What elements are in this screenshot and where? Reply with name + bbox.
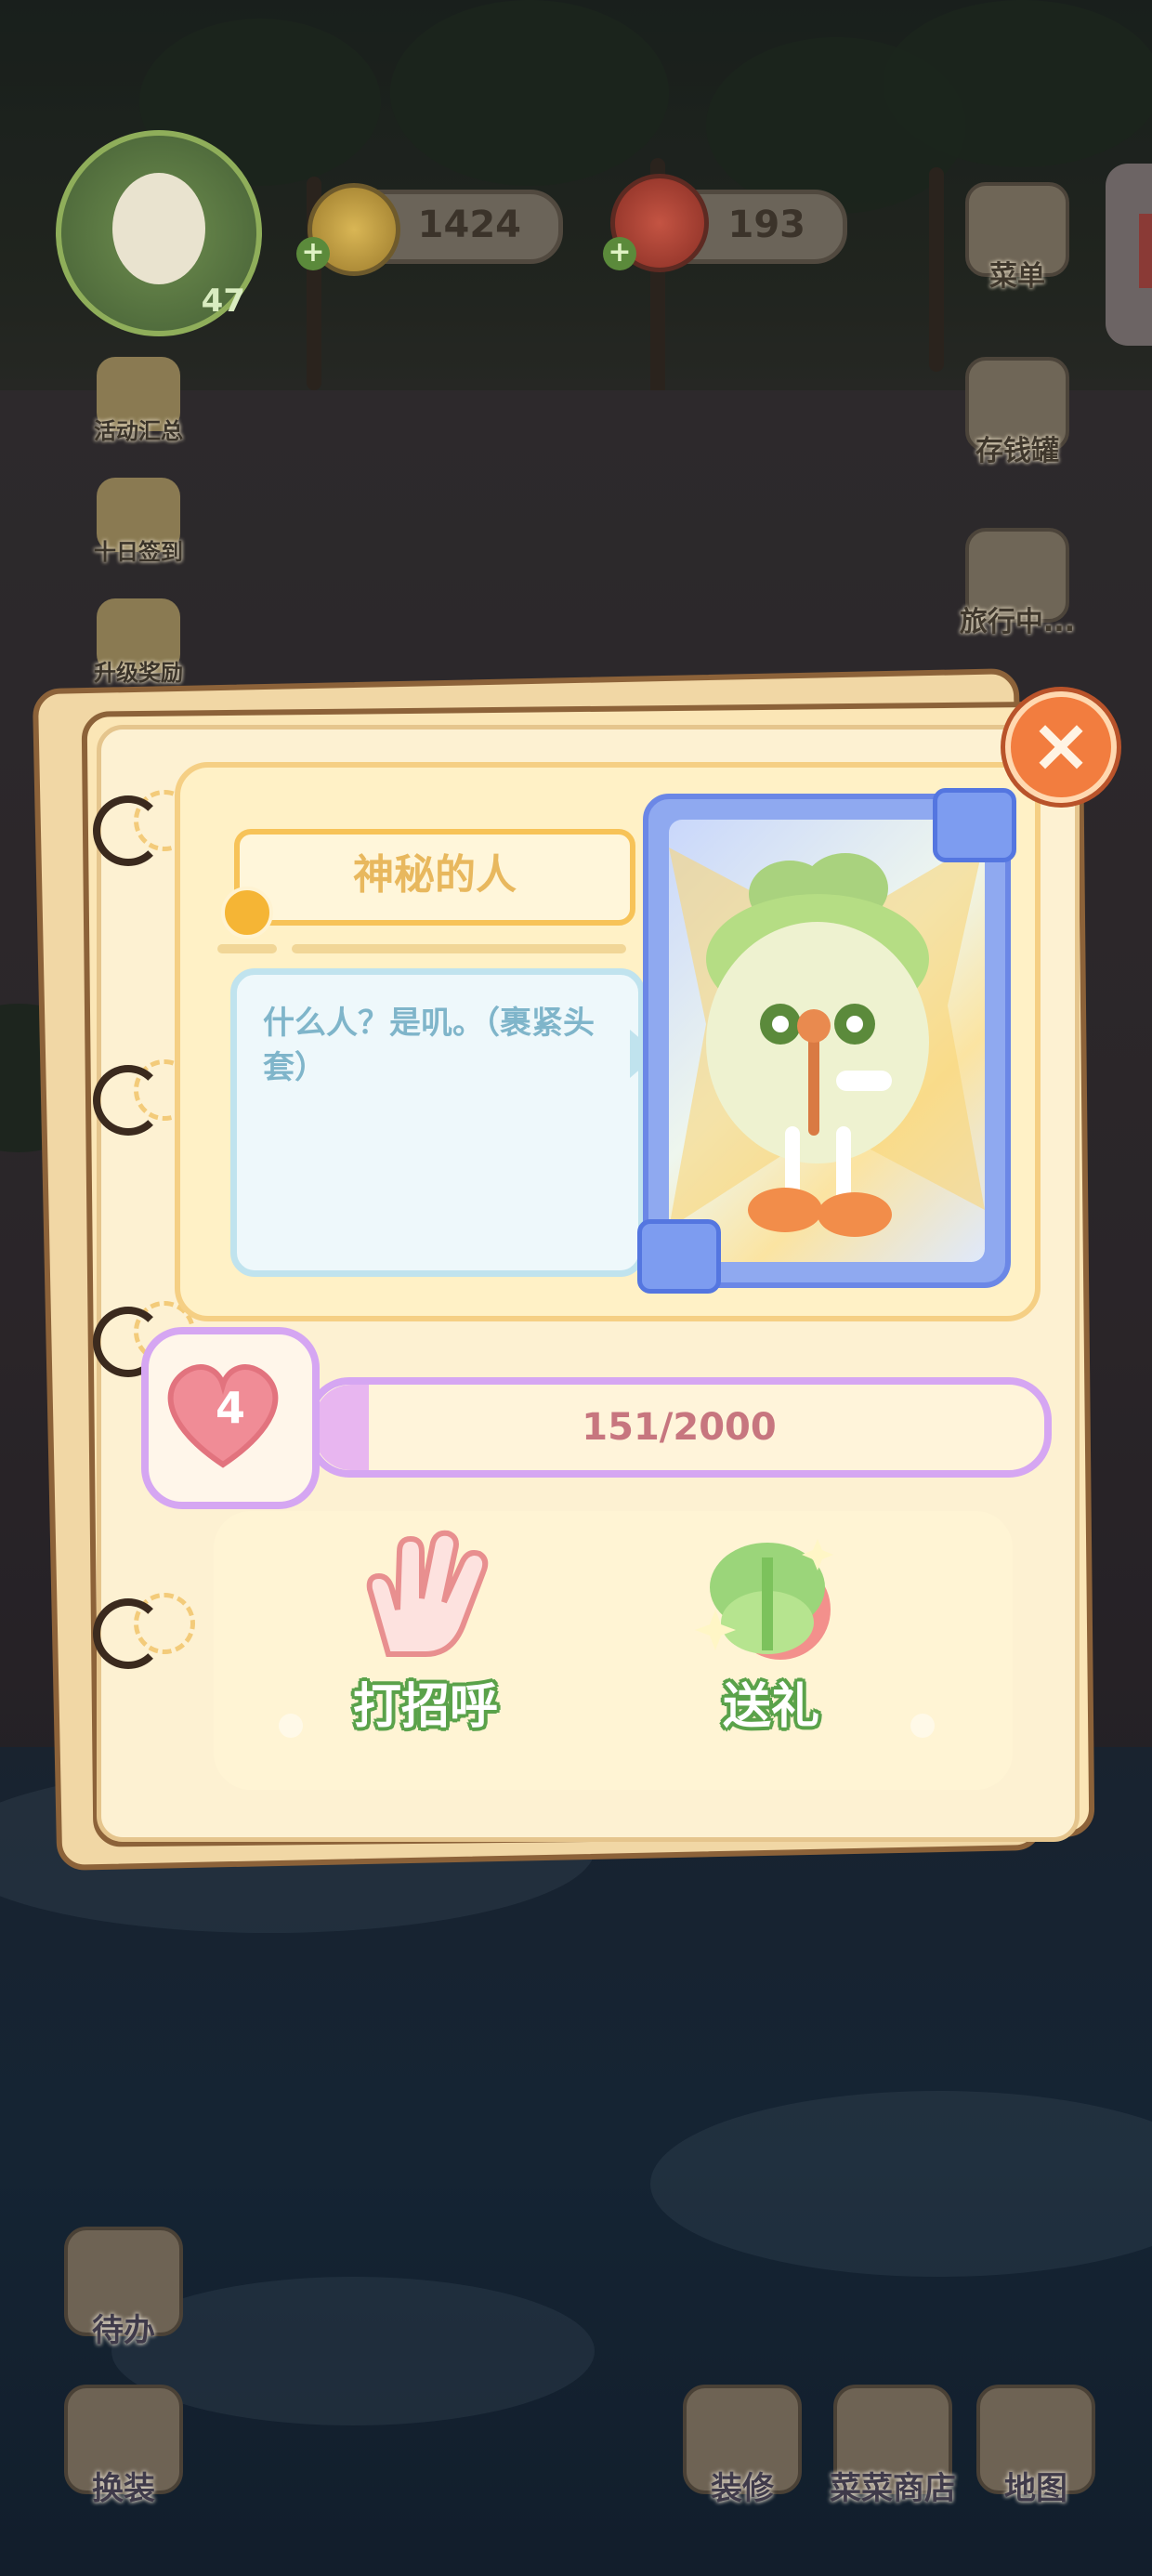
gift-label: 送礼: [722, 1679, 819, 1735]
greet-button[interactable]: 打招呼: [323, 1524, 528, 1737]
speech-bubble: 什么人？是叽。（裹紧头套）: [230, 968, 645, 1277]
divider: [292, 944, 626, 953]
binder-ring-icon: [93, 1598, 164, 1669]
card-corner-icon: [637, 1219, 721, 1294]
add-food-icon[interactable]: +: [603, 237, 636, 270]
piggy-bank-button[interactable]: 存钱罐: [957, 357, 1078, 468]
gift-icon: [695, 1539, 833, 1660]
ten-day-checkin-button[interactable]: 十日签到: [78, 478, 199, 566]
food-counter[interactable]: + 193: [603, 174, 847, 272]
divider: [217, 944, 277, 953]
level-reward-label: 升级奖励: [94, 660, 183, 686]
affection-level: 4: [215, 1383, 245, 1433]
decorate-label: 装修: [711, 2470, 774, 2507]
decor-dot: [910, 1714, 935, 1738]
map-button[interactable]: 地图: [966, 2385, 1106, 2508]
traveling-button[interactable]: 旅行中...: [957, 528, 1078, 639]
menu-button[interactable]: 菜单: [957, 182, 1078, 294]
ten-day-checkin-label: 十日签到: [94, 539, 183, 565]
events-summary-label: 活动汇总: [94, 418, 183, 444]
affection-progress-text: 151/2000: [582, 1406, 777, 1449]
traveling-label: 旅行中...: [959, 606, 1076, 638]
close-icon: ×: [1029, 702, 1093, 788]
card-corner-icon: [933, 788, 1016, 862]
add-coins-icon[interactable]: +: [296, 237, 330, 270]
events-summary-button[interactable]: 活动汇总: [78, 357, 199, 445]
menu-label: 菜单: [989, 260, 1045, 293]
piggy-bank-label: 存钱罐: [975, 435, 1059, 467]
mysterious-character-icon: [669, 838, 985, 1237]
veggie-shop-label: 菜菜商店: [830, 2470, 956, 2507]
greet-label: 打招呼: [352, 1679, 498, 1735]
close-button[interactable]: ×: [1005, 691, 1117, 803]
character-name: 神秘的人: [234, 829, 635, 926]
coin-value: 1424: [417, 204, 521, 246]
gift-button[interactable]: 送礼: [669, 1520, 873, 1737]
dress-up-button[interactable]: 换装: [54, 2385, 193, 2508]
coin-counter[interactable]: + 1424: [296, 183, 563, 276]
avatar-face-icon: [112, 173, 205, 284]
affection-progress-bar: 151/2000: [307, 1377, 1052, 1478]
dialogue-text: 什么人？是叽。（裹紧头套）: [263, 1005, 595, 1086]
edge-panel-accent: [1139, 214, 1152, 288]
name-tag-icon: [221, 887, 273, 939]
dress-up-label: 换装: [92, 2470, 155, 2507]
affection-level-badge: 4: [141, 1327, 320, 1509]
veggie-shop-button[interactable]: 菜菜商店: [814, 2385, 972, 2508]
player-level: 47: [201, 283, 245, 320]
character-portrait-card: [637, 788, 1016, 1294]
todo-label: 待办: [92, 2312, 155, 2349]
map-label: 地图: [1004, 2470, 1067, 2507]
decor-dot: [279, 1714, 303, 1738]
binder-ring-icon: [93, 795, 164, 866]
todo-button[interactable]: 待办: [54, 2227, 193, 2350]
binder-ring-icon: [93, 1065, 164, 1136]
food-value: 193: [727, 204, 806, 246]
portrait-background: [669, 820, 985, 1262]
waving-hand-icon: [366, 1530, 489, 1657]
decorate-button[interactable]: 装修: [673, 2385, 812, 2508]
player-avatar[interactable]: 47: [56, 130, 262, 336]
level-reward-button[interactable]: 升级奖励: [78, 598, 199, 687]
